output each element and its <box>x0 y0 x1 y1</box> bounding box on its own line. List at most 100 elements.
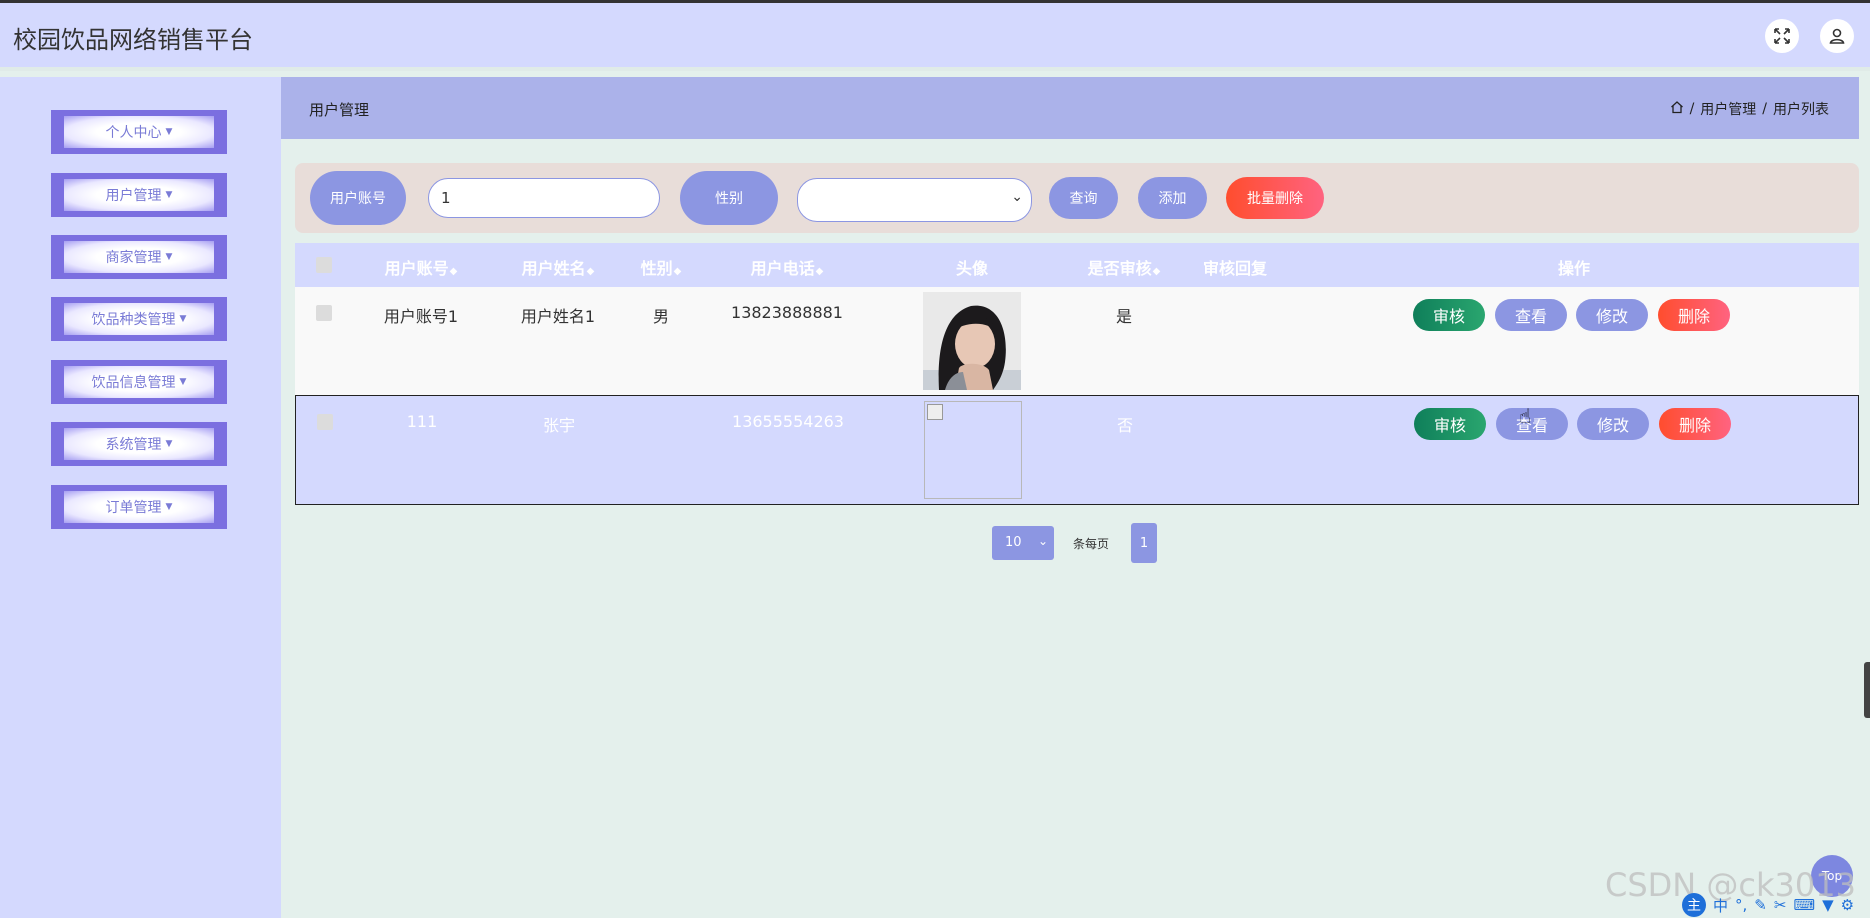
page-number-button[interactable]: 1 <box>1131 523 1157 563</box>
sidebar-item-label: 系统管理 <box>105 437 162 453</box>
sort-icon: ◆ <box>815 266 824 277</box>
sort-icon: ◆ <box>1152 266 1161 277</box>
ime-punctuation-icon[interactable]: °, <box>1735 896 1747 914</box>
sidebar-item-label: 订单管理 <box>105 500 162 516</box>
gender-select[interactable]: ⌄ <box>797 178 1032 222</box>
sidebar-item-box: 饮品信息管理 ▼ <box>64 366 214 398</box>
query-button[interactable]: 查询 <box>1049 177 1118 219</box>
cell-account: 用户账号1 <box>383 307 459 326</box>
sidebar-item-label: 饮品信息管理 <box>91 375 176 391</box>
cell-name: 用户姓名1 <box>520 307 596 326</box>
ime-scissors-icon[interactable]: ✂ <box>1774 896 1787 914</box>
page-size-select[interactable]: 10 ⌄ <box>992 526 1054 560</box>
sort-icon: ◆ <box>673 266 682 277</box>
sidebar-item-box: 系统管理 ▼ <box>64 428 214 460</box>
sidebar-item-box: 订单管理 ▼ <box>64 491 214 523</box>
audit-button[interactable]: 审核 <box>1414 408 1486 440</box>
sort-icon: ◆ <box>449 266 458 277</box>
sidebar-item-label: 商家管理 <box>105 250 162 266</box>
table-row: 111 张宇 13655554263 否 审核 查看 修改 删除 <box>295 395 1859 505</box>
top-header: 校园饮品网络销售平台 <box>0 3 1870 71</box>
column-header-label: 性别 <box>640 259 673 278</box>
caret-down-icon: ▼ <box>165 439 173 449</box>
sidebar-item-user-management[interactable]: 用户管理 ▼ <box>51 173 227 217</box>
ime-settings-icon[interactable]: ⚙ <box>1841 896 1854 914</box>
caret-down-icon: ▼ <box>165 127 173 137</box>
page-title: 用户管理 <box>309 101 370 119</box>
column-header-actions: 操作 <box>1557 259 1591 278</box>
delete-button[interactable]: 删除 <box>1658 299 1730 331</box>
edit-button[interactable]: 修改 <box>1576 299 1648 331</box>
sidebar-item-label: 个人中心 <box>105 125 162 141</box>
page-size-value: 10 <box>1005 535 1022 550</box>
side-panel-handle[interactable] <box>1864 662 1870 718</box>
column-header-phone[interactable]: 用户电话◆ <box>751 255 824 279</box>
breadcrumb-separator: / <box>1762 101 1767 117</box>
ime-skin-icon[interactable]: ▼ <box>1822 896 1834 914</box>
caret-down-icon: ▼ <box>179 314 187 324</box>
sidebar-item-personal-center[interactable]: 个人中心 ▼ <box>51 110 227 154</box>
cell-audited: 是 <box>1115 307 1133 326</box>
sidebar-item-system[interactable]: 系统管理 ▼ <box>51 422 227 466</box>
cell-phone: 13655554263 <box>732 412 844 431</box>
cell-name: 张宇 <box>542 416 576 435</box>
column-header-reply: 审核回复 <box>1202 259 1268 278</box>
column-header-label: 是否审核 <box>1087 259 1152 278</box>
user-table: 用户账号◆ 用户姓名◆ 性别◆ 用户电话◆ 头像 是否审核◆ 审核回复 操作 用… <box>295 243 1859 505</box>
column-header-label: 用户电话 <box>750 259 815 278</box>
breadcrumb-separator: / <box>1689 101 1695 117</box>
ime-toolbar: 主 中 °, ✎ ✂ ⌨ ▼ ⚙ <box>1682 892 1870 918</box>
column-header-avatar: 头像 <box>955 259 989 278</box>
home-icon[interactable] <box>1670 100 1684 118</box>
column-header-account[interactable]: 用户账号◆ <box>385 255 458 279</box>
cell-account: 111 <box>406 412 438 431</box>
table-header: 用户账号◆ 用户姓名◆ 性别◆ 用户电话◆ 头像 是否审核◆ 审核回复 操作 <box>295 243 1859 287</box>
breadcrumb: / 用户管理 / 用户列表 <box>1670 99 1829 119</box>
user-icon[interactable] <box>1820 19 1854 53</box>
batch-delete-button[interactable]: 批量删除 <box>1226 177 1324 219</box>
gender-filter-label: 性别 <box>680 171 778 225</box>
ime-logo-icon[interactable]: 主 <box>1682 893 1706 917</box>
breadcrumb-current: 用户列表 <box>1773 102 1829 118</box>
sidebar-item-drink-category[interactable]: 饮品种类管理 ▼ <box>51 297 227 341</box>
ime-keyboard-icon[interactable]: ⌨ <box>1793 896 1815 914</box>
sidebar-item-box: 商家管理 ▼ <box>64 241 214 273</box>
column-header-gender[interactable]: 性别◆ <box>641 255 682 279</box>
hand-cursor-icon: ☝ <box>1519 404 1532 428</box>
sidebar-item-label: 用户管理 <box>105 188 162 204</box>
edit-button[interactable]: 修改 <box>1577 408 1649 440</box>
ime-handwrite-icon[interactable]: ✎ <box>1754 896 1767 914</box>
breadcrumb-link-user-management[interactable]: 用户管理 <box>1700 99 1756 119</box>
ime-language-toggle[interactable]: 中 <box>1713 895 1728 916</box>
column-header-name[interactable]: 用户姓名◆ <box>522 255 595 279</box>
sidebar-item-merchant-management[interactable]: 商家管理 ▼ <box>51 235 227 279</box>
row-checkbox[interactable] <box>317 414 333 430</box>
table-row: 用户账号1 用户姓名1 男 13823888881 是 审核 查看 修改 删除 <box>295 287 1859 395</box>
avatar-broken-image[interactable] <box>924 401 1022 499</box>
sidebar-item-drink-info[interactable]: 饮品信息管理 ▼ <box>51 360 227 404</box>
caret-down-icon: ▼ <box>165 190 173 200</box>
view-button[interactable]: 查看 <box>1495 299 1567 331</box>
avatar[interactable] <box>923 292 1021 390</box>
row-checkbox[interactable] <box>316 305 332 321</box>
view-button[interactable]: 查看 <box>1496 408 1568 440</box>
delete-button[interactable]: 删除 <box>1659 408 1731 440</box>
audit-button[interactable]: 审核 <box>1413 299 1485 331</box>
account-search-input[interactable] <box>428 178 660 218</box>
cell-audited: 否 <box>1116 416 1134 435</box>
column-header-label: 用户姓名 <box>521 259 586 278</box>
sidebar-item-orders[interactable]: 订单管理 ▼ <box>51 485 227 529</box>
chevron-down-icon: ⌄ <box>1011 189 1023 205</box>
fullscreen-icon[interactable] <box>1765 19 1799 53</box>
column-header-label: 用户账号 <box>384 259 449 278</box>
sidebar-item-box: 用户管理 ▼ <box>64 179 214 211</box>
breadcrumb-bar: 用户管理 / 用户管理 / 用户列表 <box>281 77 1859 139</box>
select-all-checkbox[interactable] <box>316 257 332 273</box>
sidebar-item-label: 饮品种类管理 <box>91 312 176 328</box>
caret-down-icon: ▼ <box>165 502 173 512</box>
caret-down-icon: ▼ <box>179 377 187 387</box>
column-header-audited[interactable]: 是否审核◆ <box>1088 255 1161 279</box>
add-button[interactable]: 添加 <box>1138 177 1207 219</box>
app-title: 校园饮品网络销售平台 <box>13 26 253 54</box>
page-size-label: 条每页 <box>1073 537 1110 551</box>
